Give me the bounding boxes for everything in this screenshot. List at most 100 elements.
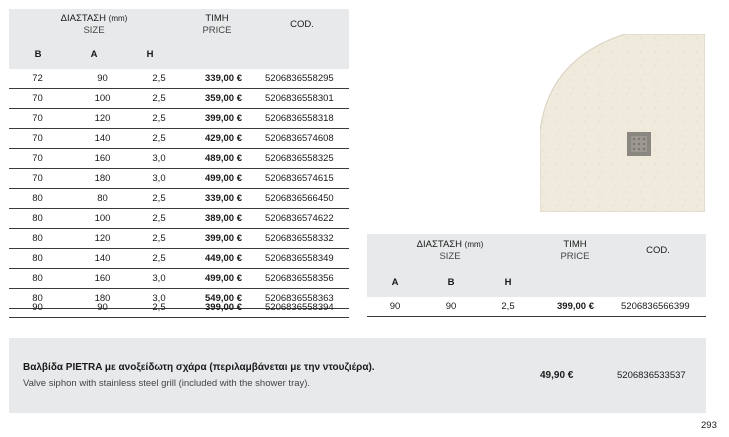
cell-a: 90 <box>389 301 401 312</box>
cell-a: 80 <box>97 193 108 204</box>
accessory-code: 5206836533537 <box>617 370 686 381</box>
cell-price: 489,00 € <box>205 153 242 164</box>
cell-h: 2,5 <box>152 133 166 144</box>
cell-a: 120 <box>94 113 111 124</box>
cell-b: 80 <box>32 193 43 204</box>
cell-a: 100 <box>94 93 111 104</box>
price-label-gr: ΤΙΜΗ <box>563 239 587 250</box>
cell-h: 2,5 <box>152 113 166 124</box>
col-a-header: A <box>391 277 399 288</box>
cell-a: 140 <box>94 133 111 144</box>
price-label-en: PRICE <box>560 251 590 262</box>
price-heading: ΤΙΜΗ PRICE <box>187 13 247 37</box>
cell-a: 120 <box>94 233 111 244</box>
cell-price: 339,00 € <box>205 193 242 204</box>
cell-price: 359,00 € <box>205 93 242 104</box>
cell-h: 2,5 <box>152 93 166 104</box>
cell-price: 429,00 € <box>205 133 242 144</box>
cell-h: 2,5 <box>152 253 166 264</box>
cell-price: 399,00 € <box>557 301 594 312</box>
price-heading: ΤΙΜΗ PRICE <box>545 239 605 263</box>
cell-code: 5206836574608 <box>265 133 334 144</box>
dimension-label-en: SIZE <box>439 251 461 262</box>
table-row: 90 90 2,5 399,00 € 5206836566399 <box>367 297 706 317</box>
table-row: 80 80 2,5 339,00 € 5206836566450 <box>9 189 349 209</box>
shower-tray-drawing <box>540 34 705 212</box>
cell-price: 499,00 € <box>205 273 242 284</box>
cell-h: 3,0 <box>152 273 166 284</box>
cell-b: 80 <box>32 273 43 284</box>
dimension-label-en: SIZE <box>83 25 105 36</box>
cell-b: 70 <box>32 173 43 184</box>
cell-code: 5206836558318 <box>265 113 334 124</box>
cell-b: 72 <box>32 73 43 84</box>
table-row: 70 100 2,5 359,00 € 5206836558301 <box>9 89 349 109</box>
cell-b: 90 <box>445 301 457 312</box>
cell-a: 90 <box>97 302 108 313</box>
drain-grill-icon <box>627 132 651 156</box>
col-h-header: H <box>146 49 154 60</box>
cell-a: 160 <box>94 273 111 284</box>
col-b-header: B <box>447 277 455 288</box>
price-label-gr: ΤΙΜΗ <box>205 13 229 24</box>
cell-b: 80 <box>32 253 43 264</box>
accessory-price: 49,90 € <box>540 370 574 381</box>
table-row: 70 140 2,5 429,00 € 5206836574608 <box>9 129 349 149</box>
cell-h: 2,5 <box>152 213 166 224</box>
cell-a: 160 <box>94 153 111 164</box>
dimension-label-gr: ΔΙΑΣΤΑΣΗ <box>60 13 107 24</box>
code-heading: COD. <box>646 245 670 256</box>
cell-price: 499,00 € <box>205 173 242 184</box>
cell-code: 5206836558325 <box>265 153 334 164</box>
right-table-header: ΔΙΑΣΤΑΣΗ (mm) SIZE ΤΙΜΗ PRICE COD. A B H <box>367 234 706 297</box>
cell-h: 2,5 <box>501 301 515 312</box>
table-row: 80 120 2,5 399,00 € 5206836558332 <box>9 229 349 249</box>
cell-h: 2,5 <box>152 233 166 244</box>
cell-h: 2,5 <box>152 73 166 84</box>
cell-h: 3,0 <box>152 153 166 164</box>
cell-price: 399,00 € <box>205 113 242 124</box>
shower-tray-image <box>540 34 705 212</box>
accessory-description-gr: Βαλβίδα PIETRA με ανοξείδωτη σχάρα (περι… <box>23 362 375 373</box>
cell-code: 5206836558332 <box>265 233 334 244</box>
cell-price: 449,00 € <box>205 253 242 264</box>
cell-b: 70 <box>32 93 43 104</box>
col-a-header: A <box>90 49 98 60</box>
cell-price: 339,00 € <box>205 73 242 84</box>
cell-a: 100 <box>94 213 111 224</box>
cell-code: 5206836574622 <box>265 213 334 224</box>
cell-h: 2,5 <box>152 302 166 313</box>
table-row: 80 160 3,0 499,00 € 5206836558356 <box>9 269 349 289</box>
cell-code: 5206836558301 <box>265 93 334 104</box>
cell-code: 5206836566399 <box>621 301 690 312</box>
price-label-en: PRICE <box>202 25 232 36</box>
table-row: 80 100 2,5 389,00 € 5206836574622 <box>9 209 349 229</box>
cell-b: 70 <box>32 133 43 144</box>
table-row: 72 90 2,5 339,00 € 5206836558295 <box>9 69 349 89</box>
table-row: 90 90 2,5 399,00 € 5206836558394 <box>9 298 349 318</box>
accessory-note: Βαλβίδα PIETRA με ανοξείδωτη σχάρα (περι… <box>9 338 706 413</box>
dimension-heading: ΔΙΑΣΤΑΣΗ (mm) SIZE <box>49 13 139 37</box>
cell-code: 5206836558295 <box>265 73 334 84</box>
col-b-header: B <box>34 49 42 60</box>
left-table-header: ΔΙΑΣΤΑΣΗ (mm) SIZE ΤΙΜΗ PRICE COD. B A H <box>9 9 349 69</box>
table-row: 80 140 2,5 449,00 € 5206836558349 <box>9 249 349 269</box>
page-number: 293 <box>701 420 717 431</box>
table-row: 70 160 3,0 489,00 € 5206836558325 <box>9 149 349 169</box>
cell-b: 90 <box>32 302 43 313</box>
cell-code: 5206836558394 <box>265 302 334 313</box>
cell-b: 70 <box>32 113 43 124</box>
col-h-header: H <box>504 277 512 288</box>
dimension-heading: ΔΙΑΣΤΑΣΗ (mm) SIZE <box>405 239 495 263</box>
dimension-unit: (mm) <box>464 240 484 249</box>
cell-price: 399,00 € <box>205 302 242 313</box>
cell-b: 80 <box>32 233 43 244</box>
cell-a: 90 <box>97 73 108 84</box>
accessory-description-en: Valve siphon with stainless steel grill … <box>23 378 311 389</box>
table-row: 70 120 2,5 399,00 € 5206836558318 <box>9 109 349 129</box>
dimension-label-gr: ΔΙΑΣΤΑΣΗ <box>416 239 463 250</box>
cell-a: 180 <box>94 173 111 184</box>
table-row: 70 180 3,0 499,00 € 5206836574615 <box>9 169 349 189</box>
cell-b: 80 <box>32 213 43 224</box>
code-heading: COD. <box>290 19 314 30</box>
